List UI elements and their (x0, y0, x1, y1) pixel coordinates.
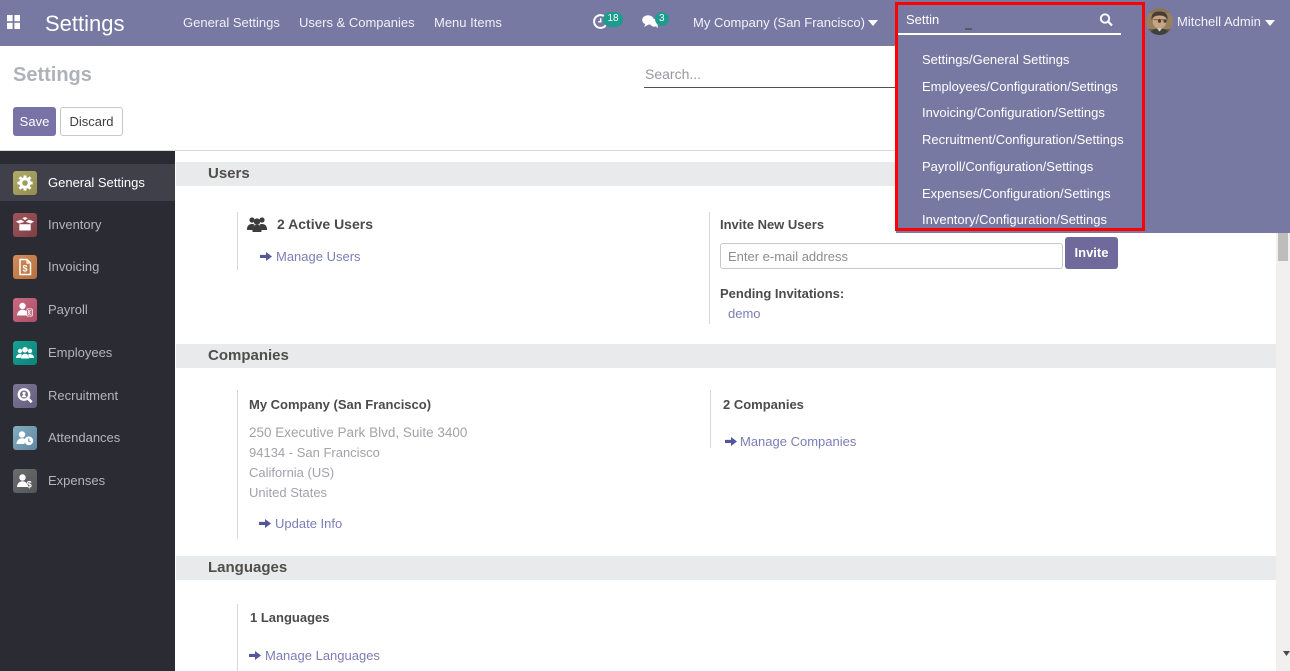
svg-text:3: 3 (28, 311, 31, 317)
svg-text:$: $ (27, 479, 32, 489)
svg-text:$: $ (22, 264, 27, 274)
